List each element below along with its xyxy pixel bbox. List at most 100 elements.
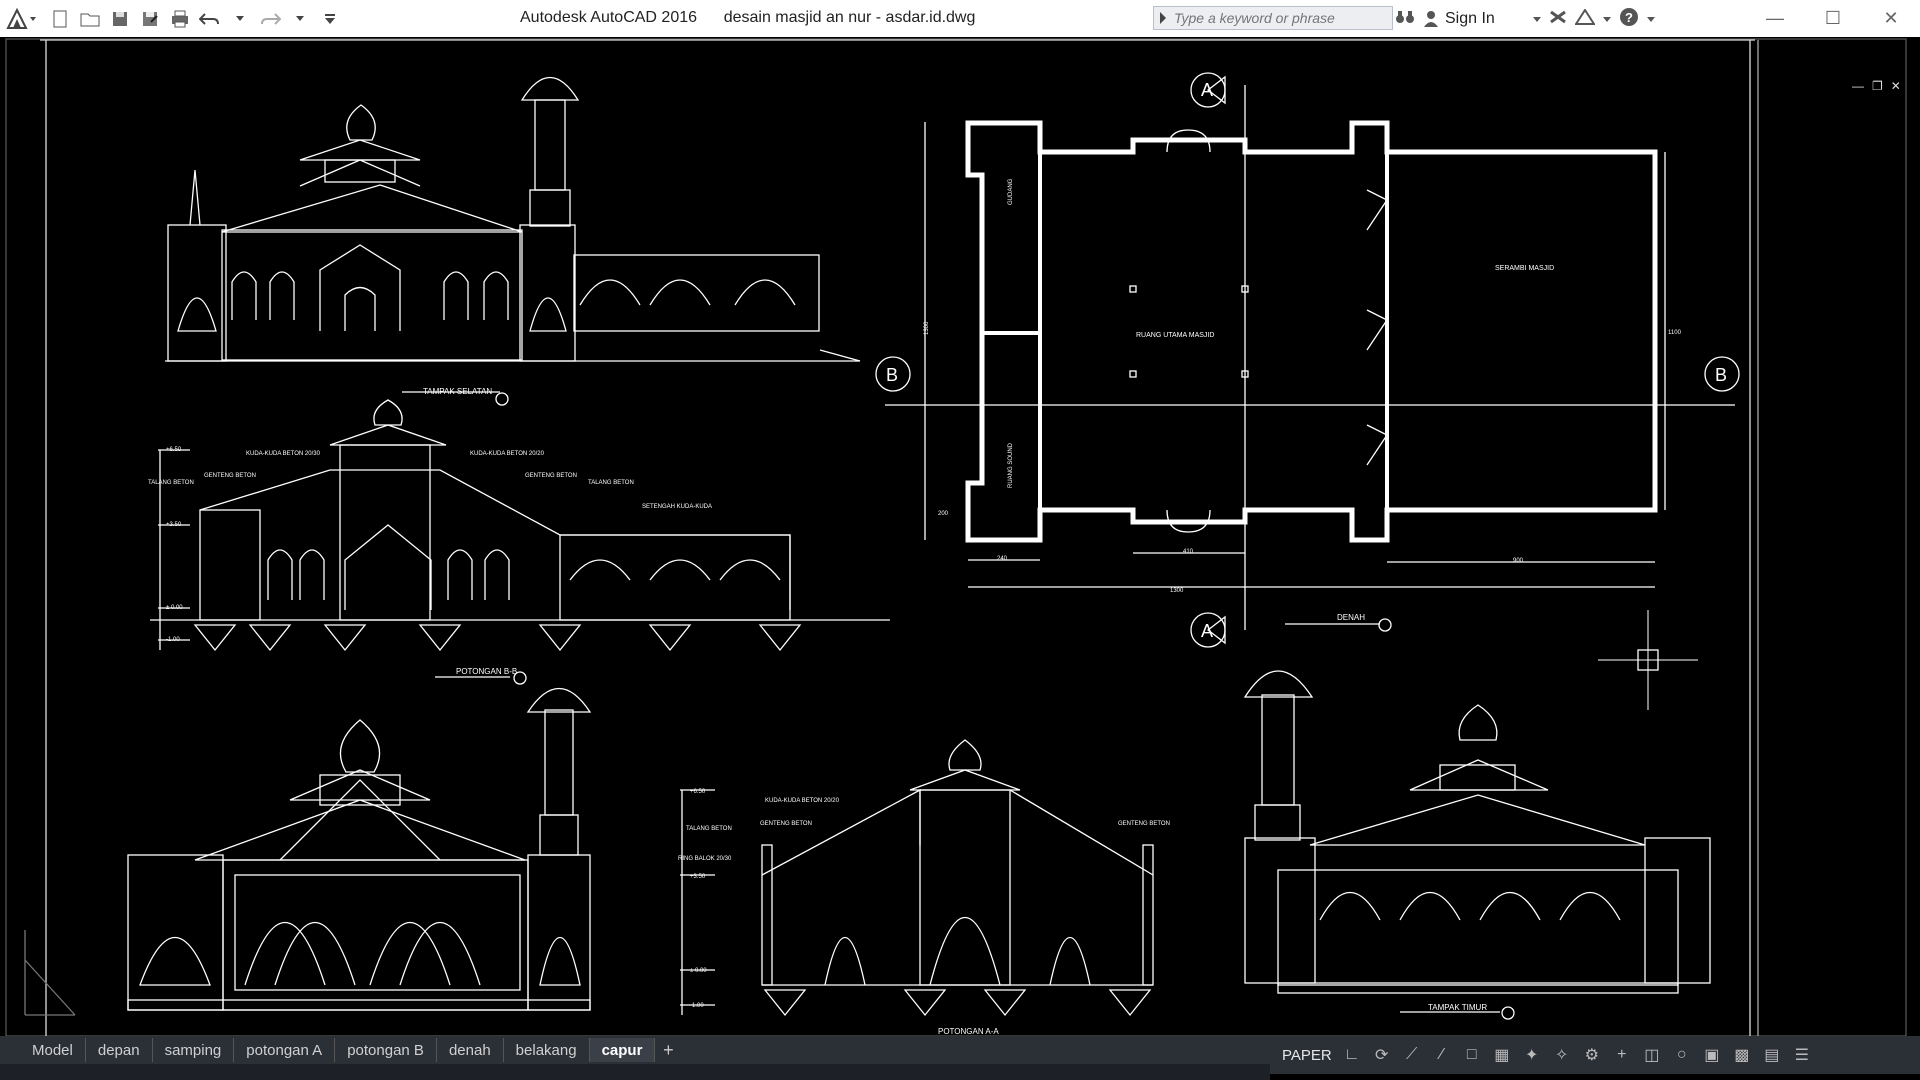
object-snap-icon[interactable]: □ [1462, 1045, 1482, 1065]
section-b-marker-left: B [886, 365, 898, 385]
clean-screen-icon[interactable]: ▤ [1762, 1045, 1782, 1065]
south-elevation-title: TAMPAK SELATAN [423, 387, 492, 396]
east-elevation-title: TAMPAK TIMUR [1428, 1003, 1487, 1012]
tab-depan[interactable]: depan [86, 1038, 153, 1062]
isolate-objects-icon[interactable]: ▣ [1702, 1045, 1722, 1065]
bb-level-1: +6.50 [166, 447, 182, 453]
section-aa-title: POTONGAN A-A [938, 1027, 999, 1036]
tab-denah[interactable]: denah [437, 1038, 504, 1062]
aa-level-2: +3.50 [690, 874, 706, 880]
redo-dropdown-icon[interactable] [288, 8, 312, 30]
exchange-apps-icon[interactable] [1549, 9, 1567, 30]
customize-toolbar-icon[interactable] [318, 8, 342, 30]
bb-level-3: ± 0.00 [166, 605, 183, 611]
aa-label-3: GENTENG BETON [1118, 821, 1170, 827]
section-a-marker-bottom: A [1201, 621, 1213, 641]
graphics-performance-icon[interactable]: ▩ [1732, 1045, 1752, 1065]
front-elevation-drawing [127, 687, 592, 1011]
dim-small: 200 [938, 511, 949, 517]
tab-samping[interactable]: samping [153, 1038, 235, 1062]
section-bb-drawing [150, 399, 890, 685]
dim-mid: 410 [1183, 549, 1194, 555]
sign-in-label: Sign In [1445, 10, 1495, 27]
aa-label-4: TALANG BETON [686, 826, 732, 832]
bb-label-6: TALANG BETON [588, 480, 634, 486]
help-icon[interactable]: ? [1619, 7, 1639, 32]
paper-space-toggle[interactable]: PAPER [1282, 1047, 1332, 1064]
binoculars-icon[interactable] [1395, 9, 1415, 30]
search-input[interactable] [1154, 7, 1384, 29]
header-tools: Sign In ? [1395, 5, 1655, 33]
aa-level-1: +6.50 [690, 789, 706, 795]
bb-label-2: KUDA-KUDA BETON 20/20 [470, 451, 545, 457]
status-bar: PAPER ∟ ⟳ ⟋ ∕ □ ▦ ✦ ✧ ⚙ + ◫ ○ ▣ ▩ ▤ ☰ [1270, 1036, 1920, 1074]
tab-potongan-b[interactable]: potongan B [335, 1038, 437, 1062]
ortho-icon[interactable]: ∟ [1342, 1045, 1362, 1065]
customization-menu-icon[interactable]: ☰ [1792, 1045, 1812, 1065]
aa-level-3: ± 0.00 [690, 968, 707, 974]
polar-tracking-icon[interactable]: ⟳ [1372, 1045, 1392, 1065]
sound-room-label: RUANG SOUND [1008, 442, 1014, 488]
dim-side: 1300 [924, 321, 930, 335]
hardware-acceleration-icon[interactable]: ○ [1672, 1045, 1692, 1065]
a360-icon[interactable] [1573, 7, 1596, 30]
drawing-minimize-icon[interactable]: — [1852, 79, 1864, 93]
workspace-gear-icon[interactable]: ⚙ [1582, 1045, 1602, 1065]
save-icon[interactable] [108, 8, 132, 30]
undo-icon[interactable] [198, 8, 222, 30]
dim-overall: 1300 [1170, 588, 1184, 594]
units-icon[interactable]: ◫ [1642, 1045, 1662, 1065]
auto-scale-icon[interactable]: ✧ [1552, 1045, 1572, 1065]
tab-capur[interactable]: capur [589, 1038, 656, 1062]
drawing-canvas[interactable]: TAMPAK SELATAN KUDA-KUDA BETON 20/30 KUD… [0, 37, 1920, 1036]
document-name: desain masjid an nur - asdar.id.dwg [723, 9, 976, 26]
osnap-tracking-icon[interactable]: ⟋ [1402, 1045, 1422, 1065]
close-icon[interactable]: ✕ [1862, 0, 1920, 36]
window-controls: — ☐ ✕ [1746, 0, 1920, 36]
quick-access-toolbar [48, 7, 342, 31]
help-dropdown-icon[interactable] [1646, 10, 1655, 28]
user-icon [1424, 11, 1438, 27]
title-bar: Autodesk AutoCAD 2016 desain masjid an n… [0, 0, 1920, 38]
section-aa-drawing [680, 739, 1154, 1017]
minimize-icon[interactable]: — [1746, 0, 1804, 36]
layout-drawing: TAMPAK SELATAN KUDA-KUDA BETON 20/30 KUD… [5, 38, 1907, 1036]
aa-label-1: KUDA-KUDA BETON 20/20 [765, 798, 840, 804]
dim-right: 900 [1513, 558, 1524, 564]
svg-text:?: ? [1625, 10, 1633, 25]
tab-model[interactable]: Model [20, 1038, 86, 1062]
sign-in-dropdown-icon[interactable] [1532, 10, 1541, 28]
undo-dropdown-icon[interactable] [228, 8, 252, 30]
open-folder-icon[interactable] [78, 8, 102, 30]
maximize-icon[interactable]: ☐ [1804, 0, 1862, 36]
annotation-monitor-icon[interactable]: + [1612, 1045, 1632, 1065]
quick-properties-icon[interactable]: ▦ [1492, 1045, 1512, 1065]
porch-label: SERAMBI MASJID [1495, 265, 1554, 272]
main-room-label: RUANG UTAMA MASJID [1136, 332, 1214, 339]
bb-level-4: -1.00 [166, 637, 180, 643]
redo-icon[interactable] [258, 8, 282, 30]
drawing-close-icon[interactable]: ✕ [1891, 79, 1901, 93]
aa-label-5: RING BALOK 20/30 [678, 856, 732, 862]
dim-height: 1100 [1668, 330, 1682, 336]
search-box[interactable] [1153, 6, 1393, 30]
save-as-icon[interactable] [138, 8, 162, 30]
a360-dropdown-icon[interactable] [1602, 10, 1611, 28]
tab-belakang[interactable]: belakang [504, 1038, 590, 1062]
aa-label-2: GENTENG BETON [760, 821, 812, 827]
drawing-restore-icon[interactable]: ❐ [1872, 79, 1883, 93]
annotation-visibility-icon[interactable]: ✦ [1522, 1045, 1542, 1065]
section-a-marker-top: A [1201, 80, 1213, 100]
plot-print-icon[interactable] [168, 8, 192, 30]
isodraft-icon[interactable]: ∕ [1432, 1045, 1452, 1065]
autocad-logo-icon[interactable] [6, 7, 38, 30]
command-line-strip [0, 1064, 1270, 1080]
layout-tabs: Model depan samping potongan A potongan … [0, 1036, 1270, 1064]
app-name: Autodesk AutoCAD 2016 [520, 9, 698, 26]
add-layout-icon[interactable]: + [655, 1040, 681, 1061]
search-expand-icon[interactable] [1160, 12, 1166, 24]
sign-in-button[interactable]: Sign In [1423, 10, 1495, 28]
tab-potongan-a[interactable]: potongan A [234, 1038, 336, 1062]
new-file-icon[interactable] [48, 8, 72, 30]
plan-title: DENAH [1337, 613, 1365, 622]
